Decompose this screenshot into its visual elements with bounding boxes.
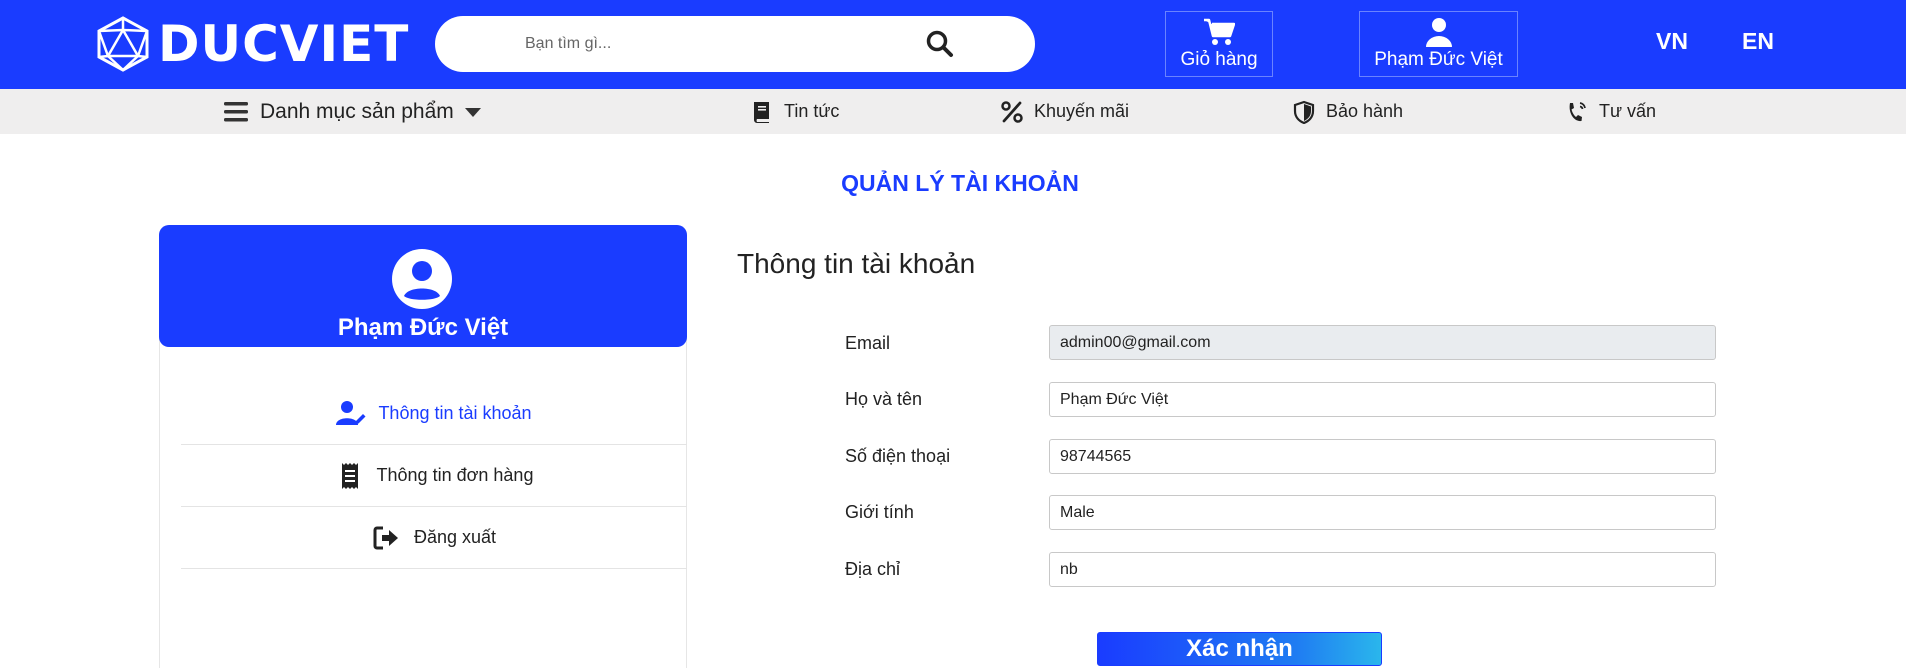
- nav-item-label: Khuyến mãi: [1034, 101, 1130, 121]
- nav-item-label: Tư vấn: [1599, 101, 1657, 121]
- lang-en-button[interactable]: EN: [1742, 28, 1774, 55]
- phone-icon: [1569, 101, 1586, 121]
- sidebar-item-label: Đăng xuất: [413, 527, 497, 547]
- search-icon[interactable]: [924, 28, 956, 60]
- search-input[interactable]: [525, 30, 925, 58]
- gender-field[interactable]: [1049, 495, 1716, 530]
- percent-icon: [1001, 100, 1023, 123]
- sign-out-icon: [373, 526, 398, 549]
- receipt-icon: [341, 462, 358, 489]
- nav-item-label: Bảo hành: [1326, 101, 1404, 121]
- sidebar-user-name: Phạm Đức Việt: [337, 314, 509, 341]
- email-field[interactable]: [1049, 325, 1716, 360]
- category-menu-label: Danh mục sản phẩm: [260, 99, 454, 123]
- phone-label: Số điện thoại: [845, 446, 951, 466]
- form-title: Thông tin tài khoản: [737, 248, 976, 279]
- submit-button[interactable]: Xác nhận: [1097, 632, 1382, 666]
- sidebar-profile-header: Phạm Đức Việt: [159, 225, 687, 347]
- book-icon: [754, 101, 769, 123]
- gender-label: Giới tính: [845, 502, 914, 522]
- account-sidebar: Phạm Đức Việt Thông tin tài khoản Thông …: [159, 225, 687, 668]
- nav-item-consult[interactable]: Tư vấn: [1565, 89, 1656, 134]
- nav-item-promotions[interactable]: Khuyến mãi: [1000, 89, 1129, 134]
- category-menu-button[interactable]: Danh mục sản phẩm: [222, 89, 482, 134]
- sidebar-item-logout[interactable]: Đăng xuất: [181, 507, 687, 569]
- cart-button[interactable]: Giỏ hàng: [1165, 11, 1273, 77]
- sidebar-item-orders[interactable]: Thông tin đơn hàng: [181, 445, 687, 507]
- page-title: QUẢN LÝ TÀI KHOẢN: [841, 170, 1079, 196]
- hamburger-icon: [224, 101, 248, 121]
- sidebar-item-label: Thông tin đơn hàng: [376, 465, 534, 485]
- user-edit-icon: [336, 400, 366, 425]
- logo-text: DUCVIET: [158, 15, 410, 73]
- d20-logo-icon: [97, 16, 149, 72]
- cart-icon: [1204, 18, 1235, 45]
- account-label: Phạm Đức Việt: [1374, 49, 1503, 70]
- top-header: DUCVIET Giỏ hàng Phạm Đức Việt VN EN: [0, 0, 1920, 89]
- full-name-field[interactable]: [1049, 382, 1716, 417]
- lang-vn-button[interactable]: VN: [1656, 28, 1688, 55]
- nav-item-label: Tin tức: [784, 101, 840, 121]
- nav-bar: Danh mục sản phẩm Tin tức Khuyến mãi Bảo…: [0, 89, 1906, 134]
- nav-item-warranty[interactable]: Bảo hành: [1292, 89, 1403, 134]
- address-field[interactable]: [1049, 552, 1716, 587]
- nav-item-news[interactable]: Tin tức: [750, 89, 839, 134]
- full-name-label: Họ và tên: [845, 389, 923, 409]
- account-button[interactable]: Phạm Đức Việt: [1359, 11, 1518, 77]
- shield-icon: [1293, 100, 1315, 124]
- address-label: Địa chỉ: [845, 559, 901, 579]
- avatar-icon: [392, 249, 452, 309]
- logo[interactable]: DUCVIET: [96, 15, 410, 73]
- scrollbar[interactable]: [1906, 0, 1920, 668]
- email-label: Email: [845, 333, 891, 353]
- cart-label: Giỏ hàng: [1180, 49, 1258, 70]
- sidebar-item-account-info[interactable]: Thông tin tài khoản: [181, 383, 687, 445]
- user-icon: [1425, 18, 1452, 47]
- phone-field[interactable]: [1049, 439, 1716, 474]
- sidebar-item-label: Thông tin tài khoản: [378, 403, 532, 423]
- caret-down-icon: [464, 107, 481, 117]
